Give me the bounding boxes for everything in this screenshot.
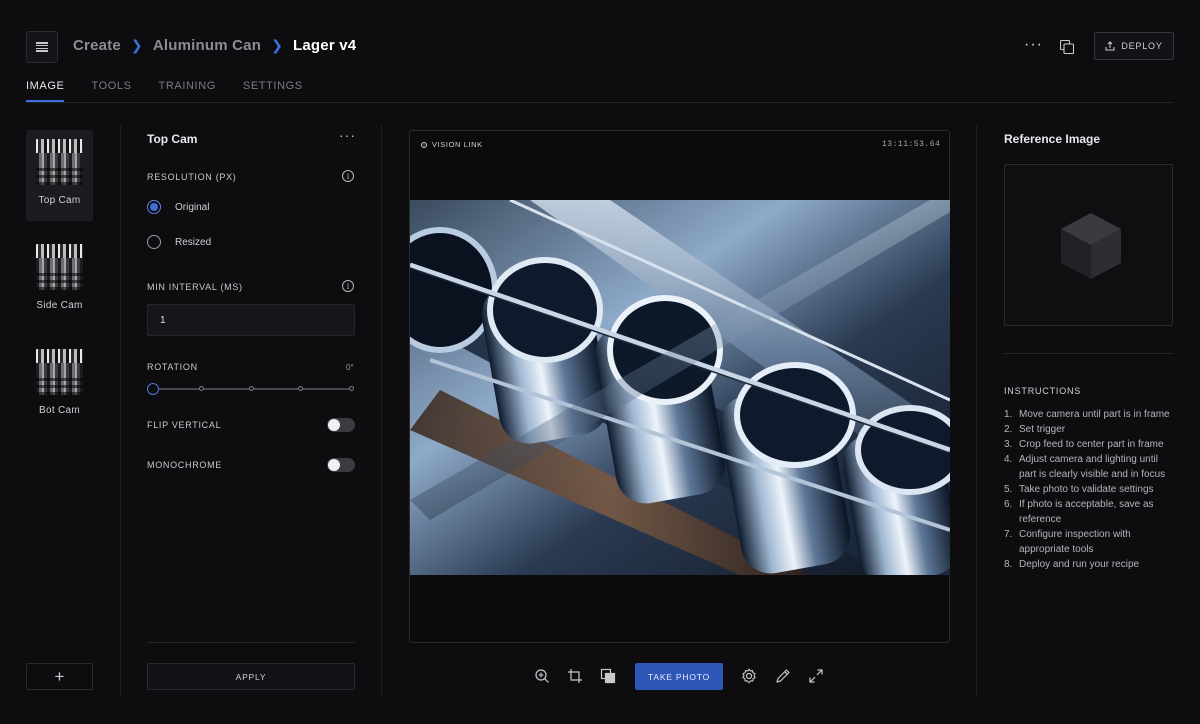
add-camera-button[interactable]: + [26, 663, 93, 690]
upload-icon [1105, 41, 1115, 51]
camera-thumbnail [36, 349, 83, 395]
breadcrumb-lager-v4: Lager v4 [293, 37, 357, 54]
instruction-item: 7. Configure inspection with appropriate … [1004, 529, 1131, 555]
radio-original[interactable]: Original [147, 200, 209, 214]
rotation-value: 0° [346, 363, 354, 372]
deploy-button[interactable]: DEPLOY [1094, 32, 1174, 60]
instruction-item: 6. If photo is acceptable, save as refere… [1004, 499, 1154, 525]
min-interval-input[interactable] [147, 304, 355, 336]
divider [381, 125, 382, 695]
menu-button[interactable] [26, 31, 58, 63]
camera-feed-image [410, 200, 950, 575]
camera-label: Side Cam [36, 300, 83, 311]
rotation-slider-thumb[interactable] [147, 383, 159, 395]
deploy-label: DEPLOY [1121, 41, 1163, 51]
camera-item-side[interactable]: Side Cam [26, 235, 93, 326]
tab-tools[interactable]: TOOLS [91, 80, 131, 102]
instruction-item: 4. Adjust camera and lighting until part … [1004, 454, 1166, 480]
rotation-label: ROTATION [147, 362, 198, 372]
slider-tick [349, 386, 354, 391]
apply-button[interactable]: APPLY [147, 663, 355, 690]
tab-training[interactable]: TRAINING [159, 80, 216, 102]
tab-image[interactable]: IMAGE [26, 80, 65, 102]
slider-tick [249, 386, 254, 391]
panel-title: Top Cam [147, 132, 198, 146]
flip-vertical-label: FLIP VERTICAL [147, 420, 222, 430]
instruction-item: 2. Set trigger [1004, 424, 1066, 435]
hamburger-icon [36, 42, 48, 52]
vision-link-label: VISION LINK [432, 140, 483, 149]
take-photo-button[interactable]: TAKE PHOTO [635, 663, 723, 690]
tab-settings[interactable]: SETTINGS [243, 80, 303, 102]
divider [120, 125, 121, 695]
monochrome-toggle[interactable] [327, 458, 355, 472]
instruction-item: 8. Deploy and run your recipe [1004, 559, 1140, 570]
camera-item-bot[interactable]: Bot Cam [26, 340, 93, 431]
radio-unchecked-icon [147, 235, 161, 249]
reference-divider [1004, 353, 1173, 354]
breadcrumb-create[interactable]: Create [73, 37, 121, 54]
breadcrumb-aluminum-can[interactable]: Aluminum Can [153, 37, 261, 54]
more-options-icon[interactable]: ··· [1024, 36, 1043, 54]
info-icon[interactable]: i [342, 280, 354, 292]
resolution-label: RESOLUTION (PX) [147, 172, 237, 182]
crop-icon[interactable] [567, 668, 583, 684]
instruction-item: 3. Crop feed to center part in frame [1004, 439, 1164, 450]
flip-vertical-toggle[interactable] [327, 418, 355, 432]
pencil-icon[interactable] [775, 668, 791, 684]
camera-thumbnail [36, 139, 83, 185]
instructions-title: INSTRUCTIONS [1004, 386, 1082, 396]
info-icon[interactable]: i [342, 170, 354, 182]
monochrome-label: MONOCHROME [147, 460, 222, 470]
instructions-list: 1. Move camera until part is in frame 2. S… [1004, 407, 1176, 572]
copy-icon[interactable] [1060, 40, 1074, 54]
camera-thumbnail [36, 244, 83, 290]
instruction-item: 5. Take photo to validate settings [1004, 484, 1154, 495]
radio-label: Original [175, 201, 210, 213]
camera-item-top[interactable]: Top Cam [26, 130, 93, 221]
panel-more-icon[interactable]: ··· [339, 127, 356, 143]
slider-tick [199, 386, 204, 391]
divider [976, 125, 977, 695]
camera-label: Bot Cam [38, 405, 80, 416]
chevron-right-icon: ❯ [271, 37, 284, 53]
reference-title: Reference Image [1004, 132, 1101, 146]
status-dot-icon [421, 141, 427, 148]
tab-bar: IMAGE TOOLS TRAINING SETTINGS [26, 80, 330, 102]
instruction-item: 1. Move camera until part is in frame [1004, 409, 1170, 420]
cube-icon [1061, 213, 1121, 279]
zoom-in-icon[interactable] [534, 668, 550, 684]
interval-label: MIN INTERVAL (MS) [147, 282, 243, 292]
vision-link-status: VISION LINK [421, 140, 483, 149]
reference-image-placeholder[interactable] [1004, 164, 1173, 326]
layers-icon[interactable] [600, 668, 616, 684]
gear-icon[interactable] [741, 668, 757, 684]
tab-divider [26, 102, 1174, 103]
slider-tick [298, 386, 303, 391]
expand-icon[interactable] [808, 668, 824, 684]
breadcrumb: Create ❯ Aluminum Can ❯ Lager v4 [73, 37, 356, 54]
radio-label: Resized [175, 236, 212, 248]
camera-label: Top Cam [38, 195, 81, 206]
feed-timestamp: 13:11:53.64 [882, 140, 941, 149]
panel-divider [147, 642, 355, 643]
radio-resized[interactable]: Resized [147, 235, 211, 249]
radio-checked-icon [147, 200, 161, 214]
chevron-right-icon: ❯ [130, 37, 143, 53]
